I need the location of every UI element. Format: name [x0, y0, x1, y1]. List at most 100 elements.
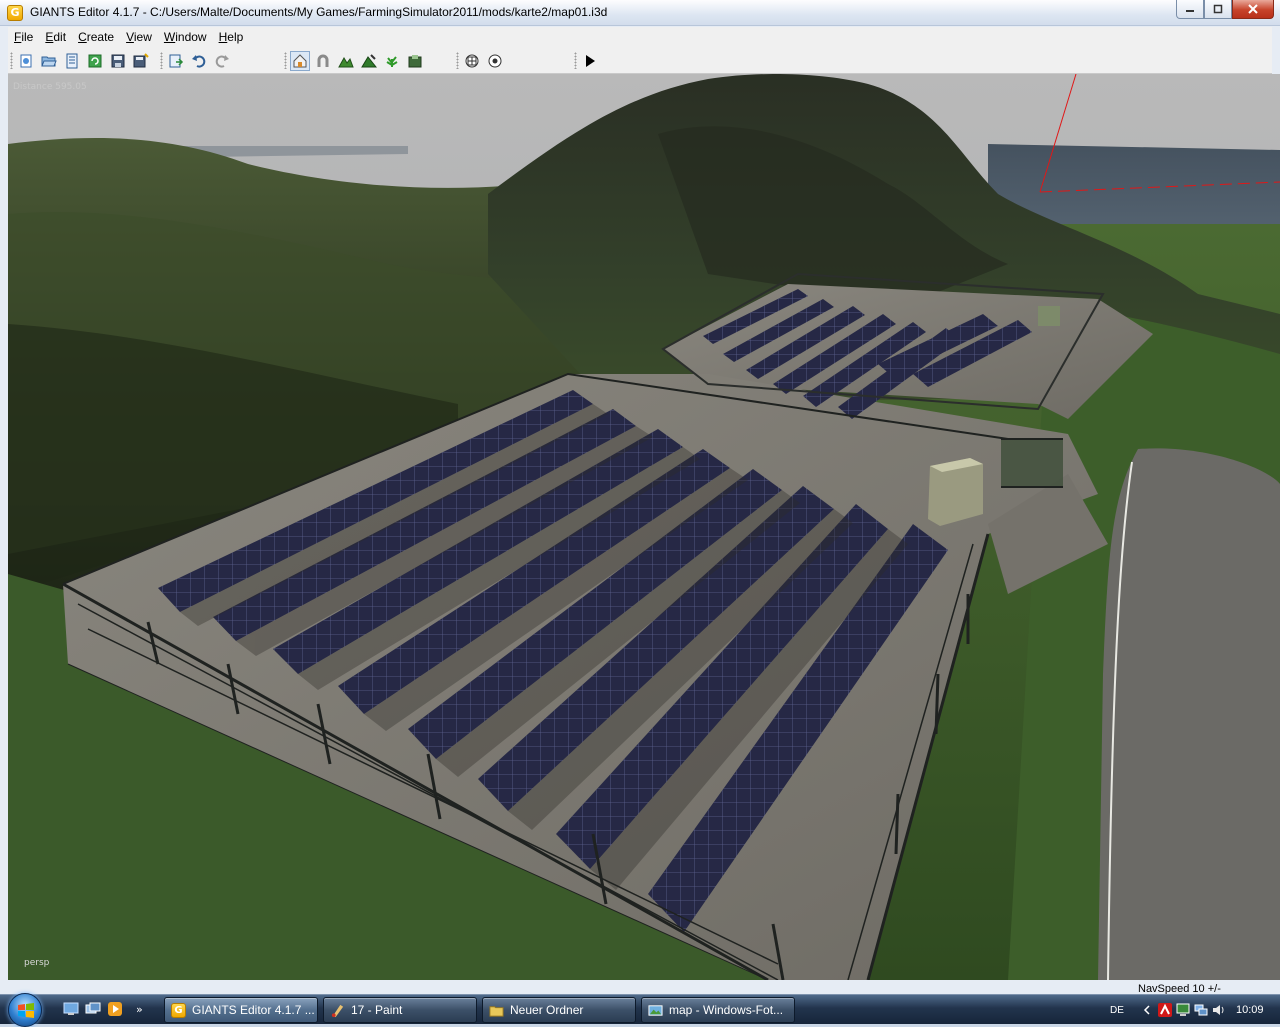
terrain-sculpt-button[interactable]: [336, 51, 356, 71]
fence-gate: [1001, 439, 1063, 487]
magnet-icon: [317, 54, 329, 67]
window-title: GIANTS Editor 4.1.7 - C:/Users/Malte/Doc…: [30, 5, 608, 19]
taskbar: » G GIANTS Editor 4.1.7 ... 17 - Paint N…: [0, 993, 1280, 1027]
window-controls: [1176, 0, 1274, 19]
volume-icon: [1213, 1005, 1224, 1015]
task-label: Neuer Ordner: [510, 1003, 584, 1017]
snap-grid-button[interactable]: [462, 51, 482, 71]
task-label: map - Windows-Fot...: [669, 1003, 784, 1017]
redo-button[interactable]: [212, 51, 232, 71]
reload-button[interactable]: [85, 51, 105, 71]
menu-view[interactable]: View: [120, 30, 158, 44]
task-paint[interactable]: 17 - Paint: [323, 997, 477, 1023]
terrain-sculpt-icon: [338, 56, 354, 67]
save-button[interactable]: [108, 51, 128, 71]
quick-launch: »: [62, 1000, 143, 1018]
new-scene-icon: [20, 54, 32, 67]
clock[interactable]: 10:09: [1236, 1004, 1264, 1016]
start-button[interactable]: [8, 993, 42, 1027]
undo-button[interactable]: [189, 51, 209, 71]
task-label: GIANTS Editor 4.1.7 ...: [192, 1003, 315, 1017]
paint-icon: [331, 1004, 344, 1017]
snap-object-button[interactable]: [485, 51, 505, 71]
maximize-button[interactable]: [1204, 0, 1232, 19]
folder-icon: [489, 1005, 504, 1017]
foliage-paint-button[interactable]: [382, 51, 402, 71]
import-icon: [169, 54, 184, 67]
properties-icon: [66, 53, 78, 68]
title-bar[interactable]: G GIANTS Editor 4.1.7 - C:/Users/Malte/D…: [0, 0, 1280, 26]
volume-tray[interactable]: [1212, 1003, 1226, 1017]
photo-viewer-icon: [648, 1004, 663, 1016]
language-indicator[interactable]: DE: [1110, 1005, 1140, 1016]
show-desktop-icon: [63, 1002, 79, 1015]
select-mode-button[interactable]: [290, 50, 310, 71]
new-scene-button[interactable]: [16, 51, 36, 71]
minimize-button[interactable]: [1176, 0, 1204, 19]
snap-grid-icon: [465, 54, 479, 67]
magnet-button[interactable]: [313, 51, 333, 71]
menu-file[interactable]: File: [8, 30, 39, 44]
select-mode-icon: [293, 53, 307, 67]
minimize-icon: [1186, 10, 1194, 12]
quicklaunch-more[interactable]: »: [136, 1003, 143, 1016]
network-tray[interactable]: [1194, 1003, 1208, 1017]
task-label: 17 - Paint: [351, 1003, 403, 1017]
giants-editor-icon: G: [7, 5, 23, 21]
reload-icon: [88, 54, 102, 67]
snap-object-icon: [488, 54, 502, 67]
antivir-icon: [1158, 1003, 1172, 1017]
undo-icon: [192, 54, 206, 68]
maximize-icon: [1213, 4, 1223, 14]
tray-icons: [1140, 1003, 1226, 1017]
editor-window: G GIANTS Editor 4.1.7 - C:/Users/Malte/D…: [0, 0, 1280, 995]
toolbar-play-group: [572, 49, 600, 72]
redo-icon: [215, 54, 229, 68]
menu-edit[interactable]: Edit: [39, 30, 72, 44]
play-icon: [586, 54, 595, 67]
close-button[interactable]: [1232, 0, 1274, 19]
media-player-button[interactable]: [106, 1000, 124, 1018]
play-button[interactable]: [580, 51, 600, 71]
giants-editor-icon: G: [171, 1002, 186, 1018]
network-activity-tray[interactable]: [1176, 1003, 1190, 1017]
task-photo-viewer[interactable]: map - Windows-Fot...: [641, 997, 795, 1023]
close-icon: [1248, 4, 1258, 14]
open-icon: [41, 56, 57, 66]
terrain-paint-icon: [361, 53, 377, 67]
switch-windows-button[interactable]: [84, 1000, 102, 1018]
media-player-icon: [108, 1002, 122, 1016]
import-button[interactable]: [166, 51, 186, 71]
toolbar-file-group: [8, 49, 151, 72]
task-folder[interactable]: Neuer Ordner: [482, 997, 636, 1023]
info-layer-icon: [408, 54, 422, 67]
menu-window[interactable]: Window: [158, 30, 213, 44]
toolbar-edit-group: [158, 49, 232, 72]
task-giants-editor[interactable]: G GIANTS Editor 4.1.7 ...: [164, 997, 318, 1023]
toolbar-snap-group: [454, 49, 505, 72]
system-tray: DE 10:09: [1100, 995, 1280, 1025]
info-layer-button[interactable]: [405, 51, 425, 71]
menu-help[interactable]: Help: [213, 30, 250, 44]
properties-button[interactable]: [62, 51, 82, 71]
save-all-icon: [133, 52, 149, 67]
menu-bar: File Edit Create View Window Help: [8, 27, 1272, 47]
camera-label: persp: [24, 958, 50, 968]
show-hidden-icons-button[interactable]: [1140, 1003, 1154, 1017]
windows-logo-icon: [18, 1003, 34, 1018]
save-all-button[interactable]: [131, 51, 151, 71]
toolbar: [8, 47, 1272, 74]
switch-windows-icon: [85, 1002, 101, 1014]
distance-readout: Distance 595.05: [13, 82, 87, 92]
foliage-paint-icon: [386, 55, 398, 67]
scene-render: [8, 74, 1280, 980]
menu-create[interactable]: Create: [72, 30, 120, 44]
network-icon: [1194, 1004, 1208, 1016]
save-icon: [111, 54, 125, 67]
open-button[interactable]: [39, 51, 59, 71]
antivir-tray[interactable]: [1158, 1003, 1172, 1017]
terrain-paint-button[interactable]: [359, 51, 379, 71]
show-desktop-button[interactable]: [62, 1000, 80, 1018]
toolbar-mode-group: [282, 49, 425, 72]
3d-viewport[interactable]: Distance 595.05 persp: [8, 74, 1280, 980]
